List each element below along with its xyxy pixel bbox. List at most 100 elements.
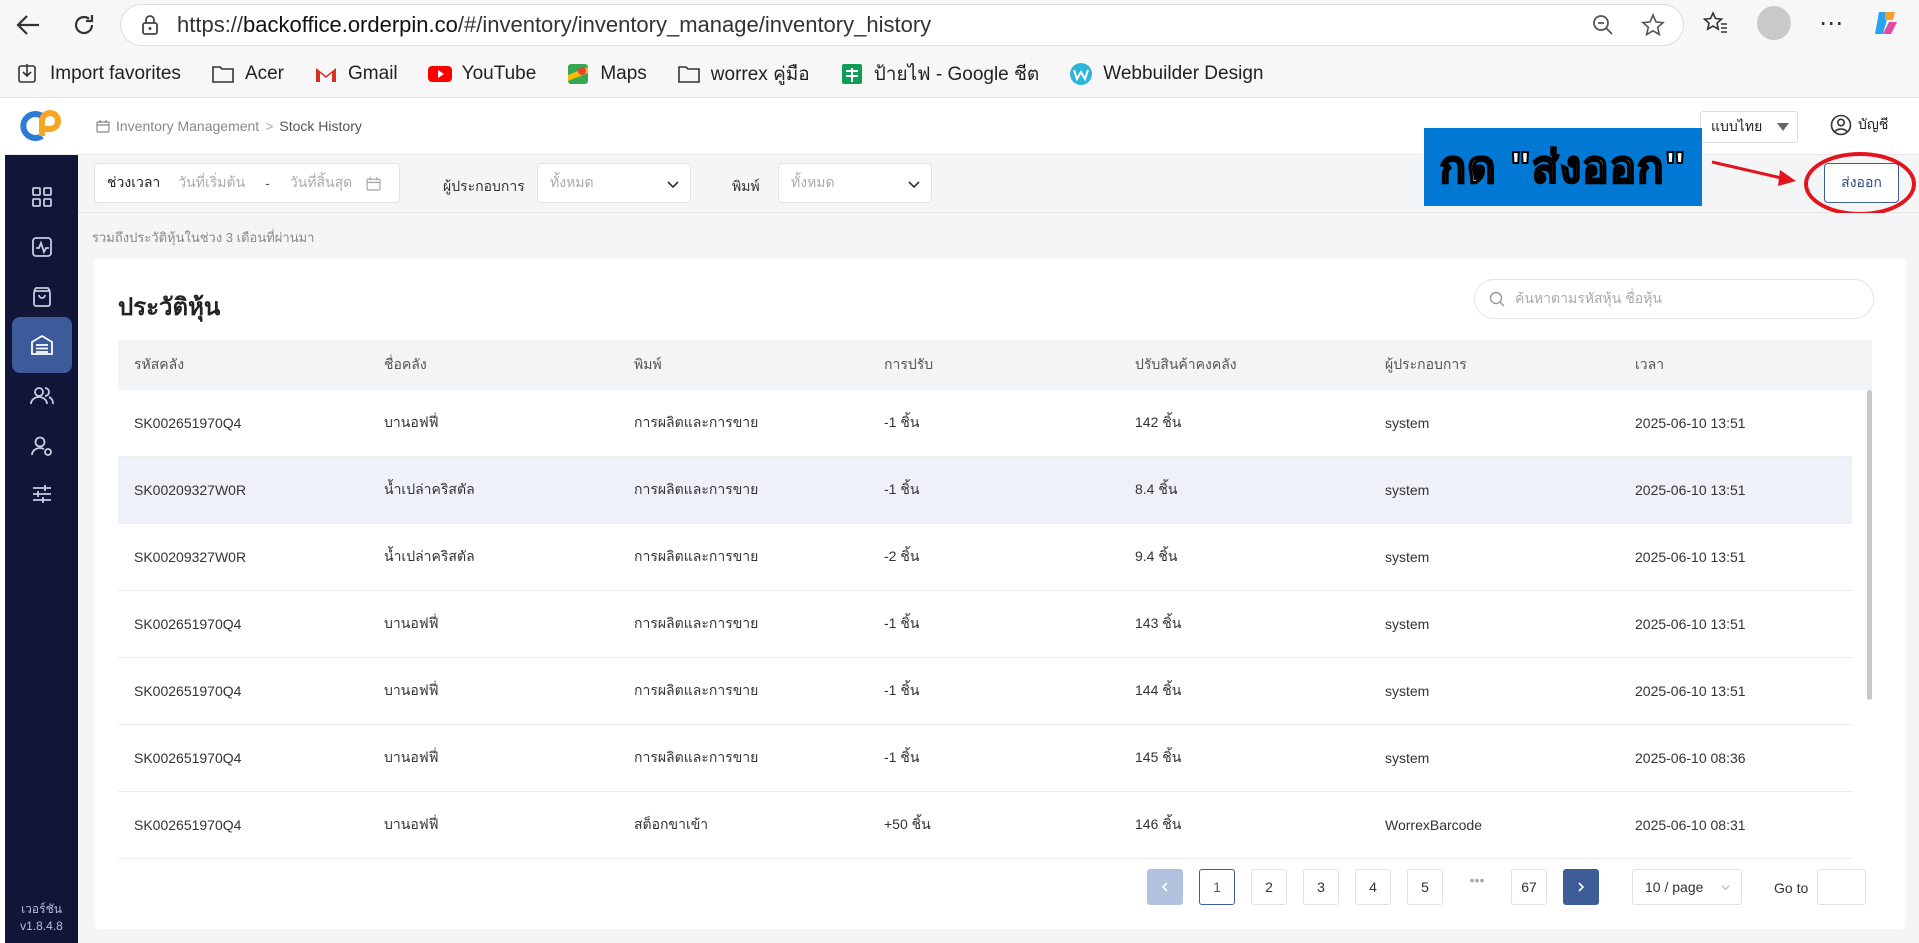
- prev-page-button[interactable]: [1147, 869, 1183, 905]
- table-cell: บานอฟฟี่: [384, 749, 439, 765]
- table-cell: -1 ชิ้น: [884, 481, 920, 497]
- table-cell: 9.4 ชิ้น: [1135, 548, 1178, 564]
- bookmark-worrex-manual[interactable]: worrex คู่มือ: [677, 59, 810, 89]
- back-icon[interactable]: [8, 5, 48, 45]
- table-row[interactable]: SK00209327W0R น้ำเปล่าคริสตัล การผลิตและกา…: [118, 457, 1852, 524]
- chevron-right-icon: [1578, 882, 1585, 892]
- table-cell: system: [1385, 683, 1430, 699]
- bookmark-acer[interactable]: Acer: [211, 63, 284, 85]
- calendar-icon: [366, 176, 381, 191]
- date-range-picker[interactable]: ช่วงเวลา วันที่เริ่มต้น - วันที่สิ้นสุด: [94, 163, 400, 203]
- table-cell: 2025-06-10 08:31: [1635, 817, 1746, 833]
- page-button-4[interactable]: 4: [1355, 869, 1391, 905]
- table-cell: การผลิตและการขาย: [634, 682, 759, 698]
- search-input[interactable]: ค้นหาตามรหัสหุ้น ชื่อหุ้น: [1474, 279, 1874, 319]
- next-page-button[interactable]: [1563, 869, 1599, 905]
- chevron-right-icon: >: [265, 118, 274, 134]
- chevron-down-icon: [908, 181, 920, 189]
- table-cell: SK002651970Q4: [134, 415, 242, 431]
- goto-page-input[interactable]: [1817, 869, 1866, 905]
- caret-down-icon: [1777, 123, 1789, 131]
- page-button-2[interactable]: 2: [1251, 869, 1287, 905]
- table-cell: การผลิตและการขาย: [634, 414, 759, 430]
- column-header: ชื่อคลัง: [384, 356, 427, 372]
- table-cell: การผลิตและการขาย: [634, 481, 759, 497]
- address-bar[interactable]: https://backoffice.orderpin.co/#/invento…: [120, 4, 1684, 46]
- zoom-icon[interactable]: [1591, 13, 1615, 37]
- table-row[interactable]: SK002651970Q4 บานอฟฟี่ การผลิตและการขาย -1 …: [118, 725, 1852, 792]
- folder-icon: [677, 63, 701, 85]
- table-cell: -1 ชิ้น: [884, 682, 920, 698]
- table-row[interactable]: SK002651970Q4 บานอฟฟี่ การผลิตและการขาย -1 …: [118, 658, 1852, 725]
- sidebar-item-customers[interactable]: [12, 368, 72, 424]
- pagination-ellipsis[interactable]: •••: [1459, 862, 1495, 898]
- folder-icon: [211, 63, 235, 85]
- favorite-star-icon[interactable]: [1641, 13, 1665, 37]
- page-button-1[interactable]: 1: [1199, 869, 1235, 905]
- activity-icon: [32, 237, 52, 257]
- stock-history-card: ประวัติหุ้น ค้นหาตามรหัสหุ้น ชื่อหุ้น รห…: [94, 259, 1906, 929]
- bookmark-import-favorites[interactable]: Import favorites: [16, 63, 181, 85]
- column-header: รหัสคลัง: [134, 356, 185, 372]
- more-menu-icon[interactable]: ⋯: [1819, 9, 1843, 38]
- table-scrollbar[interactable]: [1867, 390, 1872, 700]
- table-header: รหัสคลัง ชื่อคลัง พิมพ์ การปรับ ปรับสินค…: [118, 340, 1872, 390]
- search-icon: [1489, 291, 1505, 307]
- account-menu[interactable]: บัญชี: [1830, 114, 1888, 136]
- app-logo[interactable]: [5, 98, 78, 155]
- sidebar-item-inventory[interactable]: [12, 317, 72, 373]
- bookmark-youtube[interactable]: YouTube: [427, 63, 536, 85]
- column-header: พิมพ์: [634, 356, 662, 372]
- refresh-icon[interactable]: [64, 5, 104, 45]
- url-text: https://backoffice.orderpin.co/#/invento…: [177, 12, 932, 37]
- table-cell: 2025-06-10 13:51: [1635, 616, 1746, 632]
- table-cell: 2025-06-10 13:51: [1635, 549, 1746, 565]
- breadcrumb-inventory-management[interactable]: Inventory Management: [116, 118, 259, 134]
- table-cell: น้ำเปล่าคริสตัล: [384, 481, 475, 497]
- type-select[interactable]: ทั้งหมด: [778, 163, 932, 203]
- start-date-input[interactable]: วันที่เริ่มต้น: [178, 172, 245, 194]
- sidebar-item-reports[interactable]: [12, 219, 72, 275]
- table-row[interactable]: SK002651970Q4 บานอฟฟี่ การผลิตและการขาย -1 …: [118, 390, 1852, 457]
- users-icon: [30, 387, 54, 405]
- breadcrumb: Inventory Management > Stock History: [96, 118, 362, 134]
- page-button-last[interactable]: 67: [1511, 869, 1547, 905]
- warehouse-icon: [31, 334, 53, 355]
- table-cell: +50 ชิ้น: [884, 816, 931, 832]
- language-select[interactable]: แบบไทย: [1700, 111, 1798, 143]
- page-button-3[interactable]: 3: [1303, 869, 1339, 905]
- annotation-arrow-icon: [1711, 160, 1796, 186]
- table-cell: 2025-06-10 13:51: [1635, 415, 1746, 431]
- bookmarks-bar: Import favorites Acer Gmail YouTube Maps…: [0, 50, 1919, 98]
- table-cell: บานอฟฟี่: [384, 816, 439, 832]
- favorites-icon[interactable]: [1703, 10, 1729, 36]
- lock-icon[interactable]: [139, 14, 161, 36]
- chevron-left-icon: [1161, 882, 1168, 892]
- chevron-down-icon: [1721, 885, 1730, 891]
- page-button-5[interactable]: 5: [1407, 869, 1443, 905]
- sidebar-item-dashboard[interactable]: [12, 169, 72, 225]
- page-size-select[interactable]: 10 / page: [1632, 869, 1742, 905]
- bookmark-google-sheet[interactable]: ป้ายไฟ - Google ชีต: [840, 59, 1039, 89]
- period-label: ช่วงเวลา: [107, 174, 161, 190]
- calendar-icon: [96, 120, 110, 133]
- bookmark-webbuilder[interactable]: Webbuilder Design: [1069, 62, 1263, 85]
- bookmark-gmail[interactable]: Gmail: [314, 63, 398, 85]
- gmail-icon: [314, 63, 338, 85]
- column-header: ปรับสินค้าคงคลัง: [1135, 356, 1237, 372]
- sidebar-item-settings[interactable]: [12, 466, 72, 522]
- table-row[interactable]: SK002651970Q4 บานอฟฟี่ สต็อกขาเข้า +50 ชิ้น…: [118, 792, 1852, 859]
- bookmark-maps[interactable]: Maps: [566, 63, 647, 85]
- table-row[interactable]: SK002651970Q4 บานอฟฟี่ การผลิตและการขาย -1 …: [118, 591, 1852, 658]
- operator-select[interactable]: ทั้งหมด: [537, 163, 691, 203]
- table-cell: system: [1385, 415, 1430, 431]
- table-row[interactable]: SK00209327W0R น้ำเปล่าคริสตัล การผลิตและกา…: [118, 524, 1852, 591]
- end-date-input[interactable]: วันที่สิ้นสุด: [290, 172, 352, 194]
- copilot-icon[interactable]: [1871, 8, 1901, 38]
- app-version: เวอร์ชัน v1.8.4.8: [20, 902, 63, 933]
- table-cell: น้ำเปล่าคริสตัล: [384, 548, 475, 564]
- table-cell: -2 ชิ้น: [884, 548, 920, 564]
- table-cell: SK002651970Q4: [134, 817, 242, 833]
- table-cell: บานอฟฟี่: [384, 682, 439, 698]
- profile-avatar[interactable]: [1757, 6, 1791, 40]
